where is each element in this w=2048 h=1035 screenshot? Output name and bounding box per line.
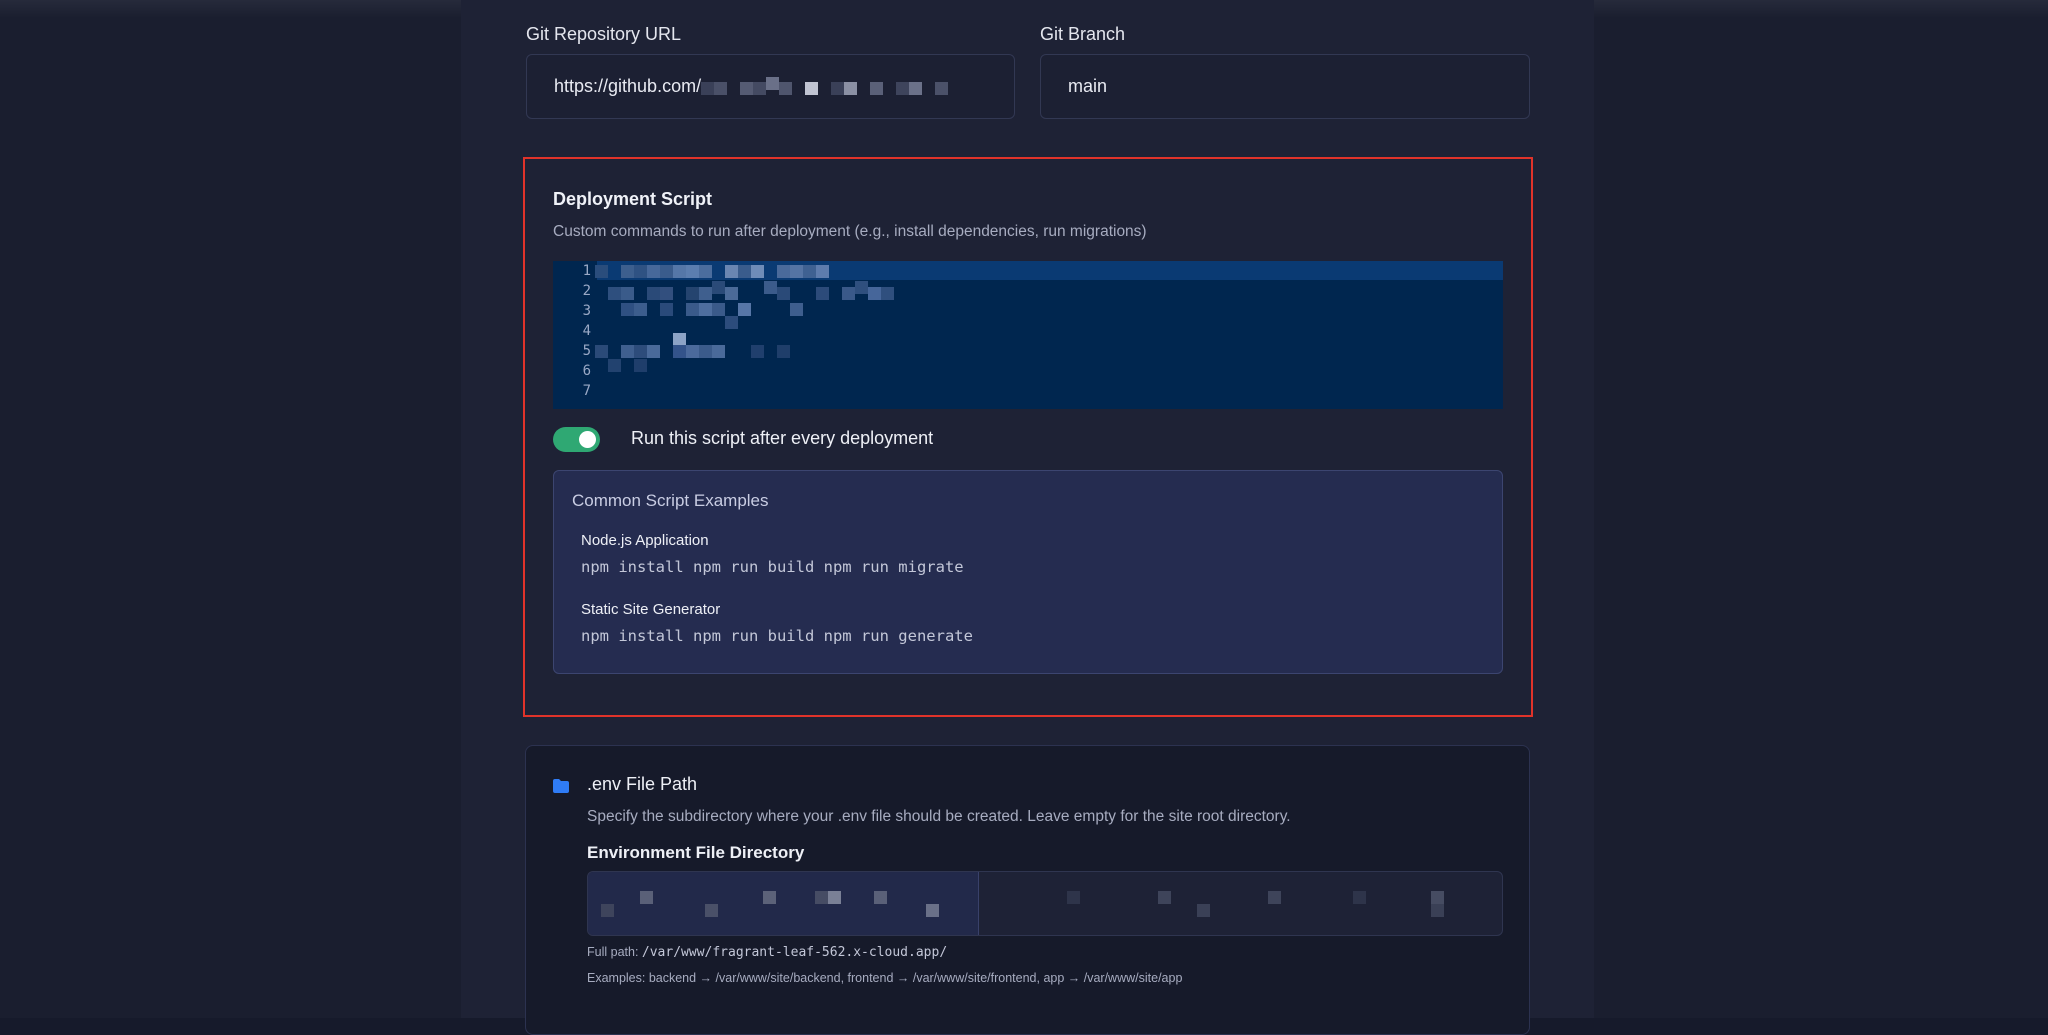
env-file-path-title: .env File Path xyxy=(587,774,698,794)
git-branch-value: main xyxy=(1068,76,1108,96)
script-examples-title: Common Script Examples xyxy=(572,491,769,510)
example-code: npm install npm run build npm run migrat… xyxy=(581,558,964,576)
env-full-path: Full path: /var/www/fragrant-leaf-562.x-… xyxy=(587,945,947,960)
git-repo-url-value: https://github.com/ xyxy=(554,76,702,96)
line-number: 5 xyxy=(582,343,591,359)
run-after-deploy-toggle[interactable] xyxy=(553,427,600,452)
folder-icon xyxy=(553,779,569,793)
git-repo-url-input[interactable]: https://github.com/ xyxy=(526,54,1015,119)
deployment-script-title: Deployment Script xyxy=(553,189,713,209)
line-number: 1 xyxy=(582,263,591,279)
git-repo-url-label: Git Repository URL xyxy=(526,24,682,44)
line-number: 2 xyxy=(582,283,591,299)
env-file-path-description: Specify the subdirectory where your .env… xyxy=(587,808,1291,825)
git-branch-input[interactable]: main xyxy=(1040,54,1530,119)
line-number: 4 xyxy=(582,323,591,339)
toggle-knob xyxy=(579,431,596,448)
deployment-script-editor[interactable]: 1 2 3 4 5 6 7 xyxy=(553,261,1503,409)
line-number: 6 xyxy=(582,363,591,379)
full-path-value: /var/www/fragrant-leaf-562.x-cloud.app/ xyxy=(641,945,948,960)
env-path-examples: Examples: backend → /var/www/site/backen… xyxy=(587,971,1183,985)
git-branch-label: Git Branch xyxy=(1040,24,1126,44)
example-code: npm install npm run build npm run genera… xyxy=(581,627,973,645)
env-directory-input-prefix xyxy=(588,872,979,935)
line-number: 7 xyxy=(582,383,591,399)
env-directory-label: Environment File Directory xyxy=(587,843,805,862)
env-directory-input[interactable] xyxy=(587,871,1503,936)
redacted-script-code xyxy=(591,261,1015,409)
full-path-label: Full path: xyxy=(587,945,639,959)
redacted-url-path xyxy=(701,77,951,97)
example-name: Static Site Generator xyxy=(581,601,721,618)
script-examples-box: Common Script Examples Node.js Applicati… xyxy=(553,470,1503,674)
line-number: 3 xyxy=(582,303,591,319)
example-name: Node.js Application xyxy=(581,532,709,549)
deployment-script-description: Custom commands to run after deployment … xyxy=(553,223,1147,240)
run-after-deploy-label: Run this script after every deployment xyxy=(631,428,934,448)
